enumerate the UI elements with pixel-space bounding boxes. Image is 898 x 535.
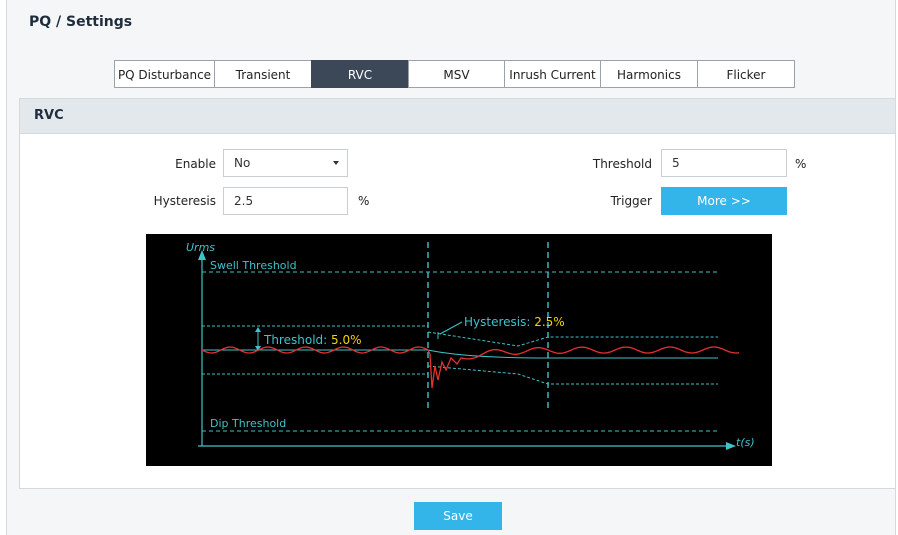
rvc-diagram: Urms t(s) Swell Threshold Dip Threshold … — [146, 234, 772, 466]
hysteresis-annotation-value: 2.5% — [534, 315, 565, 329]
lower-hysteresis-line — [427, 365, 718, 385]
hysteresis-input[interactable]: 2.5 — [223, 187, 348, 215]
threshold-annotation-label: Threshold: — [263, 333, 331, 347]
hysteresis-label: Hysteresis — [153, 194, 216, 208]
tab-harmonics[interactable]: Harmonics — [600, 60, 698, 88]
panel-title: RVC — [34, 108, 64, 123]
urms-trace — [201, 346, 740, 389]
x-axis-label: t(s) — [736, 436, 755, 449]
tab-rvc[interactable]: RVC — [311, 60, 409, 88]
upper-hysteresis-line — [427, 331, 718, 347]
page-title: PQ / Settings — [29, 14, 133, 30]
tab-flicker[interactable]: Flicker — [697, 60, 795, 88]
dip-threshold-label: Dip Threshold — [210, 417, 286, 430]
swell-threshold-label: Swell Threshold — [210, 259, 297, 272]
threshold-unit: % — [795, 157, 807, 171]
rvc-diagram-svg: Urms t(s) Swell Threshold Dip Threshold … — [186, 241, 755, 450]
tab-pq-disturbance[interactable]: PQ Disturbance — [114, 60, 215, 88]
x-axis-arrow-icon — [726, 442, 736, 450]
tab-msv[interactable]: MSV — [408, 60, 505, 88]
hysteresis-annotation: Hysteresis: 2.5% — [464, 315, 565, 329]
tab-inrush-current[interactable]: Inrush Current — [504, 60, 601, 88]
enable-label: Enable — [175, 157, 216, 171]
arrow-up-icon — [255, 327, 261, 332]
enable-select[interactable]: No — [223, 149, 348, 177]
hysteresis-leader-line — [439, 321, 463, 335]
enable-select-value: No — [234, 156, 251, 170]
trigger-label: Trigger — [610, 194, 652, 208]
chevron-down-icon — [333, 161, 339, 165]
hysteresis-unit: % — [358, 194, 370, 208]
hysteresis-annotation-label: Hysteresis: — [464, 315, 534, 329]
threshold-label: Threshold — [592, 157, 652, 171]
tab-transient[interactable]: Transient — [214, 60, 312, 88]
threshold-annotation-value: 5.0% — [331, 333, 362, 347]
tab-bar: PQ Disturbance Transient RVC MSV Inrush … — [114, 60, 795, 88]
threshold-annotation: Threshold: 5.0% — [263, 333, 362, 347]
threshold-input[interactable]: 5 — [661, 149, 787, 177]
panel-header — [20, 99, 895, 134]
save-button[interactable]: Save — [414, 502, 502, 530]
trigger-more-button[interactable]: More >> — [661, 187, 787, 215]
y-axis-label: Urms — [186, 241, 215, 254]
